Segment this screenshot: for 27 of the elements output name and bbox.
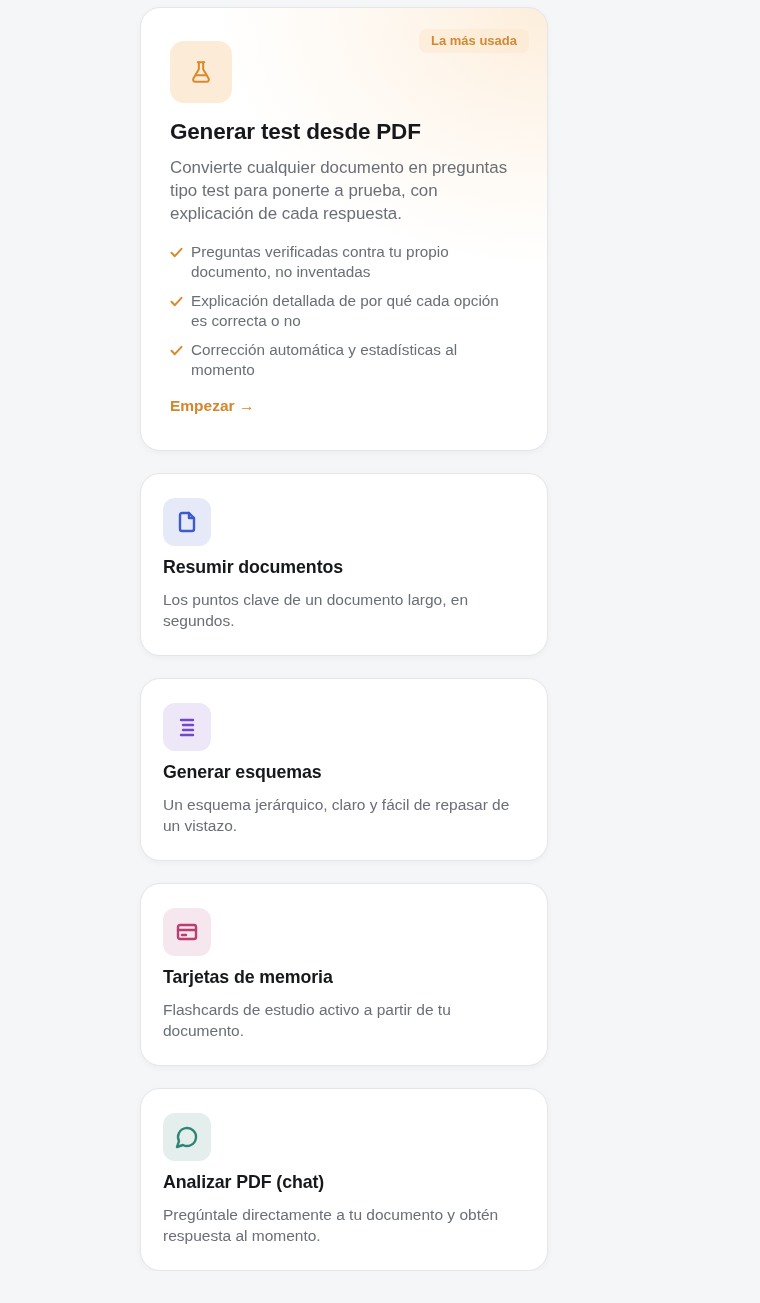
check-icon: [170, 345, 183, 356]
most-used-badge: La más usada: [419, 29, 529, 53]
card-description: Convierte cualquier documento en preguntas tipo test para ponerte a prueba, con explicación de cada respuesta.: [170, 157, 509, 225]
feature-text: Corrección automática y estadísticas al momento: [191, 340, 459, 380]
document-icon: [163, 498, 211, 546]
chat-bubble-icon: [163, 1113, 211, 1161]
feature-text: Explicación detallada de por qué cada opción es correcta o no: [191, 291, 500, 331]
card-title: Generar esquemas: [163, 761, 323, 784]
list-icon: [163, 703, 211, 751]
card-title: Resumir documentos: [163, 556, 344, 579]
card-icon: [163, 908, 211, 956]
card-description: Un esquema jerárquico, claro y fácil de repasar de un vistazo.: [163, 795, 511, 836]
check-icon: [170, 247, 183, 258]
card-title: Generar test desde PDF: [170, 118, 422, 146]
tool-card[interactable]: Resumir documentos Los puntos clave de un documento largo, en segundos.: [140, 473, 548, 656]
card-description: Los puntos clave de un documento largo, en segundos.: [163, 590, 470, 631]
card-title: Tarjetas de memoria: [163, 966, 334, 989]
check-icon: [170, 296, 183, 307]
featured-tool-card[interactable]: [140, 7, 548, 451]
feature-text: Preguntas verificadas contra tu propio documento, no inventadas: [191, 242, 450, 282]
card-description: Flashcards de estudio activo a partir de tu documento.: [163, 1000, 452, 1041]
tool-card[interactable]: Tarjetas de memoria Flashcards de estudio activo a partir de tu documento.: [140, 883, 548, 1066]
card-description: Pregúntale directamente a tu documento y obtén respuesta al momento.: [163, 1205, 500, 1246]
card-title: Analizar PDF (chat): [163, 1171, 326, 1194]
tool-card[interactable]: Generar esquemas Un esquema jerárquico, claro y fácil de repasar de un vistazo.: [140, 678, 548, 861]
flask-icon: [170, 41, 232, 103]
tool-card[interactable]: Analizar PDF (chat) Pregúntale directamente a tu documento y obtén respuesta al momento.: [140, 1088, 548, 1271]
